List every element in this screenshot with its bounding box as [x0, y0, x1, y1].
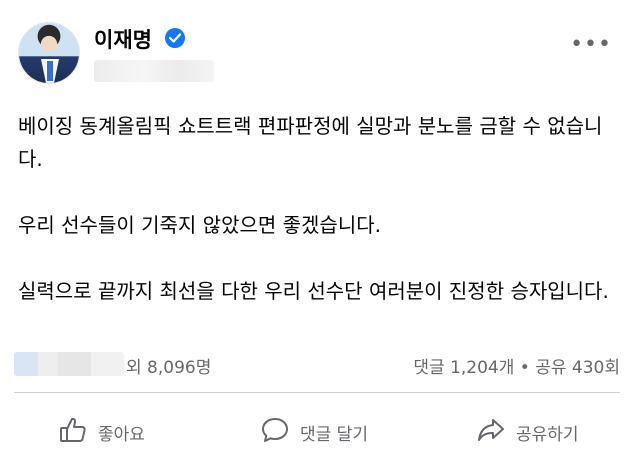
verified-badge-icon: [165, 28, 185, 48]
blurred-reactions[interactable]: [14, 352, 124, 376]
engagement-stats: 외 8,096명 댓글 1,204개 • 공유 430회: [14, 350, 620, 378]
thumbs-up-icon: [58, 415, 88, 450]
avatar[interactable]: [18, 22, 80, 84]
comment-bubble-icon: [260, 415, 290, 450]
share-label: 공유하기: [516, 424, 579, 445]
comment-share-count[interactable]: 댓글 1,204개 • 공유 430회: [413, 353, 620, 378]
share-arrow-icon: [476, 415, 506, 450]
share-button[interactable]: 공유하기: [476, 412, 579, 452]
like-button[interactable]: 좋아요: [58, 412, 145, 452]
blurred-timestamp: [94, 60, 214, 82]
comment-button[interactable]: 댓글 달기: [260, 412, 368, 452]
avatar-tie: [47, 61, 53, 81]
post-text: 베이징 동계올림픽 쇼트트랙 편파판정에 실망과 분노를 금할 수 없습니다. …: [18, 110, 622, 308]
reaction-count[interactable]: 외 8,096명: [126, 353, 211, 378]
more-options-icon[interactable]: •••: [570, 32, 612, 57]
action-bar: 좋아요 댓글 달기 공유하기: [14, 408, 620, 456]
post-paragraph-3: 실력으로 끝까지 최선을 다한 우리 선수단 여러분이 진정한 승자입니다.: [18, 279, 609, 303]
post-paragraph-2: 우리 선수들이 기죽지 않았으면 좋겠습니다.: [18, 213, 381, 237]
like-label: 좋아요: [98, 424, 145, 445]
post-paragraph-1: 베이징 동계올림픽 쇼트트랙 편파판정에 실망과 분노를 금할 수 없습니다.: [18, 114, 603, 171]
author-name[interactable]: 이재명: [94, 24, 152, 54]
comment-label: 댓글 달기: [300, 424, 368, 445]
post-header: 이재명 •••: [18, 22, 622, 92]
divider: [14, 392, 620, 393]
